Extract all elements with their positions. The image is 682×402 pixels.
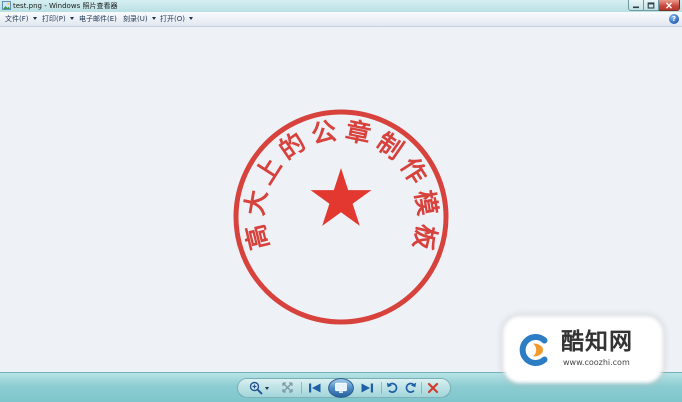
window-controls	[628, 0, 680, 11]
toolbar-separator	[381, 382, 382, 394]
chevron-down-icon	[265, 386, 269, 390]
menu-file[interactable]: 文件(F)	[5, 12, 37, 27]
menu-burn[interactable]: 刻录(U)	[123, 12, 156, 27]
watermark: 酷知网 www.coozhi.com	[506, 319, 660, 380]
close-icon	[665, 1, 673, 9]
rotate-counterclockwise-button[interactable]	[386, 381, 399, 394]
menu-print[interactable]: 打印(P)	[42, 12, 74, 27]
maximize-icon	[647, 1, 655, 9]
zoom-dropdown[interactable]	[264, 385, 270, 391]
zoom-button[interactable]	[249, 381, 263, 395]
menu-label: 打印(P)	[42, 15, 66, 23]
menu-bar: 文件(F) 打印(P) 电子邮件(E) 刻录(U) 打开(O)	[0, 12, 682, 27]
slideshow-icon	[328, 378, 354, 398]
menu-label: 文件(F)	[5, 15, 29, 23]
rotate-clockwise-icon	[405, 382, 417, 393]
help-icon: ?	[671, 15, 677, 23]
delete-button[interactable]	[427, 382, 439, 394]
minimize-button[interactable]	[628, 0, 644, 11]
menu-label: 电子邮件(E)	[79, 15, 117, 23]
zoom-icon	[249, 381, 263, 395]
seal-character: 模	[409, 188, 442, 218]
chevron-down-icon	[188, 17, 193, 20]
chevron-down-icon	[69, 17, 74, 20]
slideshow-button[interactable]	[328, 378, 354, 398]
photo-viewer-icon	[2, 1, 11, 10]
menu-label: 打开(O)	[160, 15, 185, 23]
close-button[interactable]	[659, 0, 680, 11]
next-icon	[361, 383, 373, 393]
maximize-button[interactable]	[644, 0, 659, 11]
title-bar[interactable]: test.png - Windows 照片查看器	[0, 0, 682, 12]
menu-email[interactable]: 电子邮件(E)	[79, 12, 117, 27]
toolbar-separator	[301, 382, 302, 394]
rotate-counterclockwise-icon	[386, 382, 398, 393]
previous-button[interactable]	[308, 382, 322, 394]
seal-character: 板	[408, 222, 442, 253]
seal-character: 高	[240, 222, 274, 253]
coozhi-logo-icon	[519, 334, 548, 366]
actual-size-button[interactable]	[281, 381, 294, 394]
next-button[interactable]	[360, 382, 374, 394]
window-title: test.png - Windows 照片查看器	[13, 2, 118, 10]
help-button[interactable]: ?	[669, 14, 679, 24]
delete-icon	[427, 382, 439, 394]
actual-size-icon	[282, 382, 293, 393]
chevron-down-icon	[151, 17, 156, 20]
seal-character: 章	[343, 116, 373, 149]
previous-icon	[309, 383, 321, 393]
seal-character: 大	[240, 188, 273, 217]
chevron-down-icon	[32, 17, 37, 20]
menu-label: 刻录(U)	[123, 15, 148, 23]
star-icon	[310, 168, 372, 226]
menu-open[interactable]: 打开(O)	[160, 12, 193, 27]
toolbar-separator	[421, 382, 422, 394]
seal-character: 公	[309, 116, 339, 149]
rotate-clockwise-button[interactable]	[404, 381, 417, 394]
minimize-icon	[633, 6, 639, 8]
watermark-brand: 酷知网	[561, 329, 633, 355]
watermark-url: www.coozhi.com	[563, 358, 630, 367]
